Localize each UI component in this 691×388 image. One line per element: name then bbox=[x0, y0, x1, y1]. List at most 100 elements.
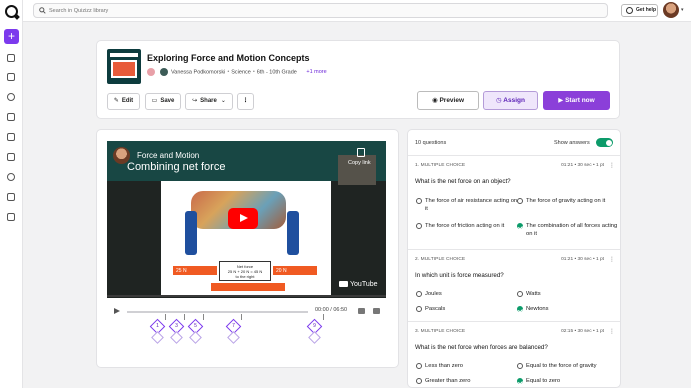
preview-button[interactable]: ◉ Preview bbox=[417, 91, 479, 110]
video-title: Force and Motion bbox=[137, 151, 200, 160]
answer-option-correct: Newtons bbox=[517, 305, 616, 313]
settings-icon[interactable] bbox=[7, 213, 16, 222]
volume-icon[interactable] bbox=[358, 308, 365, 314]
radio-icon bbox=[416, 306, 422, 312]
question-card[interactable]: 1. MULTIPLE CHOICE 01:21 • 30 sec • 1 pt… bbox=[408, 156, 620, 250]
captions-icon[interactable] bbox=[373, 308, 380, 314]
pencil-icon: ✎ bbox=[113, 98, 119, 104]
question-time: 02:15 bbox=[561, 329, 574, 334]
question-type: 2. MULTIPLE CHOICE bbox=[415, 257, 466, 262]
quiz-thumbnail bbox=[107, 49, 141, 84]
video-progress-bar[interactable] bbox=[107, 295, 386, 297]
save-button[interactable]: ▭ Save bbox=[145, 93, 181, 110]
question-tick bbox=[165, 314, 166, 320]
answer-option: The force of air resistance acting on it bbox=[416, 197, 520, 213]
top-bar: Get help ▾ bbox=[23, 0, 691, 22]
net-force-arrow bbox=[211, 283, 285, 291]
radio-icon bbox=[517, 291, 523, 297]
question-marker-stack[interactable] bbox=[170, 331, 183, 344]
question-time: 01:21 bbox=[561, 257, 574, 262]
assign-label: Assign bbox=[503, 97, 525, 104]
author-name[interactable]: Vanessa Podkomorski bbox=[171, 69, 225, 75]
right-force-arrow: 20 N bbox=[273, 266, 317, 275]
radio-icon bbox=[416, 291, 422, 297]
right-force-label: 20 N bbox=[276, 268, 287, 274]
answer-option: Pascals bbox=[416, 305, 515, 313]
chevron-down-icon[interactable]: ▾ bbox=[681, 7, 684, 13]
school-icon[interactable] bbox=[7, 153, 16, 162]
question-marker-stack[interactable] bbox=[308, 331, 321, 344]
option-label: The force of air resistance acting on it bbox=[425, 198, 518, 212]
question-card[interactable]: 3. MULTIPLE CHOICE 02:15 • 30 sec • 1 pt… bbox=[408, 322, 620, 387]
question-marker-stack[interactable] bbox=[151, 331, 164, 344]
question-card[interactable]: 2. MULTIPLE CHOICE 01:21 • 30 sec • 1 pt… bbox=[408, 250, 620, 322]
get-help-button[interactable]: Get help bbox=[621, 4, 658, 17]
youtube-label: YouTube bbox=[350, 281, 378, 288]
bookmark-icon: ▭ bbox=[151, 98, 158, 104]
question-meta: 01:21 • 30 sec • 1 pt bbox=[561, 163, 604, 168]
save-label: Save bbox=[160, 98, 175, 104]
play-icon[interactable] bbox=[114, 308, 120, 314]
trash-icon[interactable] bbox=[7, 193, 16, 202]
more-options-button[interactable]: ⋮ bbox=[237, 93, 254, 110]
question-tick bbox=[241, 314, 242, 320]
question-text: In which unit is force measured? bbox=[415, 272, 504, 279]
question-marker-stack[interactable] bbox=[227, 331, 240, 344]
quizizz-logo[interactable] bbox=[5, 5, 18, 18]
reports-icon[interactable] bbox=[7, 93, 16, 102]
edit-button[interactable]: ✎ Edit bbox=[107, 93, 140, 110]
show-answers-toggle[interactable] bbox=[596, 138, 613, 147]
youtube-icon bbox=[339, 281, 348, 288]
share-button[interactable]: ↪ Share ⌄ bbox=[185, 93, 233, 110]
question-text: What is the net force when forces are ba… bbox=[415, 344, 548, 351]
classes-icon[interactable] bbox=[7, 113, 16, 122]
youtube-play-button[interactable] bbox=[228, 208, 258, 229]
radio-icon bbox=[416, 363, 422, 369]
copy-icon[interactable] bbox=[357, 148, 365, 157]
radio-icon bbox=[517, 198, 523, 204]
accommodations-icon[interactable] bbox=[7, 133, 16, 142]
ai-icon[interactable] bbox=[7, 173, 16, 182]
help-icon bbox=[626, 7, 633, 14]
get-help-label: Get help bbox=[636, 7, 657, 13]
question-menu-icon[interactable]: ⋮ bbox=[609, 256, 615, 263]
start-now-button[interactable]: ▶ Start now bbox=[543, 91, 610, 110]
create-button[interactable]: + bbox=[4, 29, 19, 44]
home-icon[interactable] bbox=[7, 54, 16, 63]
assign-button[interactable]: ◷ Assign bbox=[483, 91, 538, 110]
question-menu-icon[interactable]: ⋮ bbox=[609, 328, 615, 335]
show-answers-label: Show answers bbox=[554, 140, 590, 146]
left-force-arrow: 25 N bbox=[173, 266, 217, 275]
search-bar[interactable] bbox=[33, 3, 608, 18]
search-input[interactable] bbox=[49, 5, 449, 17]
option-label: Newtons bbox=[526, 306, 549, 312]
answer-option: Watts bbox=[517, 290, 616, 298]
question-tick bbox=[184, 314, 185, 320]
marker-number: 3 bbox=[175, 323, 178, 329]
marker-number: 7 bbox=[232, 323, 235, 329]
time-display: 00:00 / 06:50 bbox=[315, 307, 348, 313]
library-icon[interactable] bbox=[7, 73, 16, 82]
video-subtitle: Combining net force bbox=[127, 161, 226, 173]
question-meta: 02:15 • 30 sec • 1 pt bbox=[561, 329, 604, 334]
video-player[interactable]: Force and Motion Combining net force Cop… bbox=[107, 141, 386, 298]
player-controls: 00:00 / 06:50 bbox=[107, 306, 386, 320]
option-label: Equal to the force of gravity bbox=[526, 363, 597, 369]
youtube-logo[interactable]: YouTube bbox=[339, 281, 378, 288]
question-count: 10 questions bbox=[415, 140, 447, 146]
seek-bar[interactable] bbox=[127, 311, 324, 320]
more-tags-link[interactable]: +1 more bbox=[306, 69, 326, 75]
marker-number: 9 bbox=[313, 323, 316, 329]
question-tick bbox=[203, 314, 204, 320]
preview-label: Preview bbox=[439, 97, 465, 104]
questions-header: 10 questions Show answers bbox=[408, 130, 620, 156]
answer-option-correct: Equal to zero bbox=[517, 377, 620, 385]
question-menu-icon[interactable]: ⋮ bbox=[609, 162, 615, 169]
avatar[interactable] bbox=[663, 2, 679, 18]
question-type: 1. MULTIPLE CHOICE bbox=[415, 163, 466, 168]
question-marker-stack[interactable] bbox=[189, 331, 202, 344]
copy-link-label[interactable]: Copy link bbox=[348, 160, 371, 166]
sidebar: + bbox=[0, 0, 23, 388]
answer-option: The force of gravity acting on it bbox=[517, 197, 618, 205]
answer-option: Greater than zero bbox=[416, 377, 520, 385]
